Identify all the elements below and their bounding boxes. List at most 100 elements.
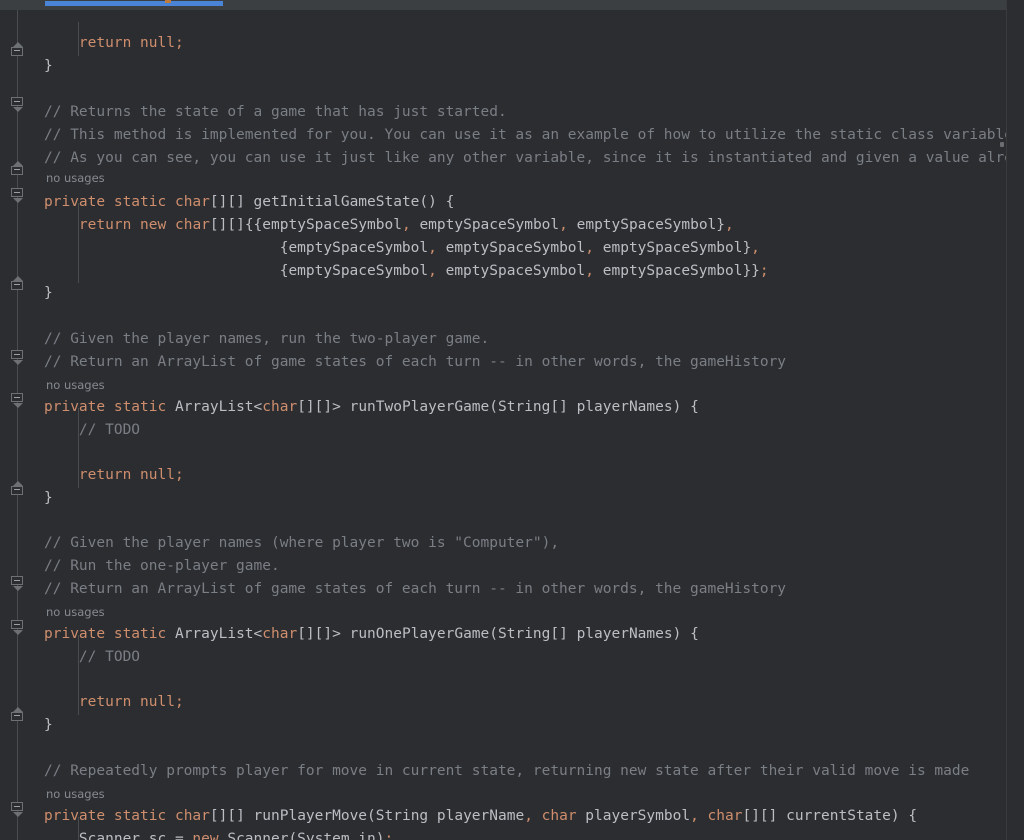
- code-token-cmt: // Return an ArrayList of game states of…: [44, 354, 787, 370]
- code-line[interactable]: // Returns the state of a game that has …: [44, 101, 507, 124]
- code-token-pn: [44, 217, 79, 233]
- code-token-id: }}: [742, 263, 760, 279]
- code-token-kw: static: [113, 194, 167, 210]
- code-token-id: ArrayList<: [174, 626, 263, 642]
- fold-start-icon[interactable]: [11, 350, 25, 365]
- fold-start-icon[interactable]: [11, 620, 25, 635]
- code-line[interactable]: return null;: [44, 464, 184, 487]
- editor-top-strip: [0, 0, 1024, 10]
- code-line[interactable]: }: [44, 55, 53, 78]
- code-token-pn: [594, 240, 603, 256]
- code-token-pn: [437, 240, 446, 256]
- code-token-kw: private: [44, 399, 106, 415]
- code-token-pn: [131, 467, 140, 483]
- code-line[interactable]: }: [44, 714, 53, 737]
- code-token-pn: [568, 217, 577, 233]
- fold-end-icon[interactable]: [11, 707, 25, 725]
- code-line[interactable]: // Repeatedly prompts player for move in…: [44, 760, 969, 783]
- code-token-pn: [533, 808, 542, 824]
- code-editor-area[interactable]: return null;} // Returns the state of a g…: [36, 10, 1006, 840]
- code-token-pn: [105, 399, 114, 415]
- fold-end-icon[interactable]: [11, 481, 25, 499]
- code-line[interactable]: {emptySpaceSymbol, emptySpaceSymbol, emp…: [44, 260, 769, 283]
- code-token-pn: [437, 263, 446, 279]
- usages-inlay-hint[interactable]: no usages: [46, 603, 105, 622]
- code-line[interactable]: {emptySpaceSymbol, emptySpaceSymbol, emp…: [44, 237, 760, 260]
- code-token-kw: char: [262, 626, 298, 642]
- fold-icon-dash: [14, 169, 20, 170]
- code-line[interactable]: // Given the player names, run the two-p…: [44, 328, 489, 351]
- code-token-kw: ,: [428, 263, 437, 279]
- code-line[interactable]: private static char[][] getInitialGameSt…: [44, 191, 454, 214]
- fold-icon-body: [11, 166, 23, 175]
- code-line[interactable]: // This method is implemented for you. Y…: [44, 124, 1006, 147]
- code-token-cmt: // Returns the state of a game that has …: [44, 104, 507, 120]
- fold-start-icon[interactable]: [11, 97, 25, 112]
- code-token-id: emptySpaceSymbol: [445, 263, 586, 279]
- fold-icon-tip: [13, 360, 23, 365]
- fold-end-icon[interactable]: [11, 276, 25, 294]
- code-token-pn: [105, 194, 114, 210]
- code-token-kw: ;: [759, 263, 769, 279]
- fold-start-icon[interactable]: [11, 188, 25, 203]
- usages-inlay-hint[interactable]: no usages: [46, 376, 105, 395]
- code-token-cmt: // TODO: [78, 422, 141, 438]
- fold-start-icon[interactable]: [11, 802, 25, 817]
- code-line[interactable]: // TODO: [44, 419, 140, 442]
- code-line[interactable]: // Return an ArrayList of game states of…: [44, 578, 786, 601]
- code-line[interactable]: private static ArrayList<char[][]> runTw…: [44, 396, 699, 419]
- fold-end-icon[interactable]: [11, 161, 25, 179]
- code-token-pn: [166, 808, 175, 824]
- editor-error-stripe[interactable]: [1007, 0, 1024, 840]
- code-token-id: runOnePlayerGame: [349, 626, 490, 642]
- editor-gutter[interactable]: [0, 10, 36, 840]
- code-token-id: }: [44, 58, 53, 74]
- usages-inlay-hint[interactable]: no usages: [46, 785, 105, 804]
- code-token-kw: null: [140, 35, 175, 51]
- code-line[interactable]: return new char[][]{{emptySpaceSymbol, e…: [44, 214, 734, 237]
- fold-icon-dash: [14, 715, 20, 716]
- code-token-id: emptySpaceSymbol: [262, 217, 402, 233]
- code-line[interactable]: // Run the one-player game.: [44, 555, 280, 578]
- code-token-pn: [44, 694, 79, 710]
- usages-inlay-hint[interactable]: no usages: [46, 169, 105, 188]
- code-token-id: }: [716, 217, 726, 233]
- code-line[interactable]: }: [44, 487, 53, 510]
- code-token-pn: [131, 217, 140, 233]
- fold-icon-dash: [14, 50, 20, 51]
- code-token-id: runTwoPlayerGame: [349, 399, 490, 415]
- fold-icon-dash: [14, 806, 20, 807]
- code-token-pn: [44, 35, 79, 51]
- code-token-id: [][]>: [297, 399, 350, 415]
- code-line[interactable]: // Given the player names (where player …: [44, 532, 559, 555]
- code-token-id: () {: [419, 194, 455, 210]
- code-line[interactable]: // Return an ArrayList of game states of…: [44, 351, 786, 374]
- fold-start-icon[interactable]: [11, 393, 25, 408]
- code-line[interactable]: private static ArrayList<char[][]> runOn…: [44, 623, 699, 646]
- code-token-id: (String[] playerNames) {: [489, 399, 699, 415]
- code-line[interactable]: // TODO: [44, 646, 140, 669]
- code-token-id: }: [742, 240, 752, 256]
- code-token-id: emptySpaceSymbol: [288, 263, 429, 279]
- code-token-id: (String playerName: [367, 808, 525, 824]
- code-token-id: emptySpaceSymbol: [602, 263, 743, 279]
- active-tab-underline[interactable]: [45, 1, 223, 6]
- fold-icon-body: [11, 712, 23, 721]
- code-token-cmt: // Repeatedly prompts player for move in…: [44, 763, 970, 779]
- code-line[interactable]: return null;: [44, 32, 184, 55]
- code-token-pn: [44, 467, 79, 483]
- fold-start-icon[interactable]: [11, 576, 25, 591]
- fold-end-icon[interactable]: [11, 42, 25, 60]
- code-line[interactable]: }: [44, 282, 53, 305]
- code-token-id: emptySpaceSymbol: [288, 240, 429, 256]
- code-token-cmt: // This method is implemented for you. Y…: [44, 127, 1006, 143]
- code-line[interactable]: Scanner sc = new Scanner(System.in);: [44, 828, 393, 840]
- code-token-kw: ,: [585, 263, 595, 279]
- fold-icon-dash: [14, 354, 20, 355]
- code-line[interactable]: // As you can see, you can use it just l…: [44, 147, 1006, 170]
- code-token-kw: return: [78, 467, 132, 483]
- code-line[interactable]: private static char[][] runPlayerMove(St…: [44, 805, 917, 828]
- code-line[interactable]: return null;: [44, 691, 184, 714]
- code-token-id: emptySpaceSymbol: [419, 217, 560, 233]
- fold-icon-dash: [14, 101, 20, 102]
